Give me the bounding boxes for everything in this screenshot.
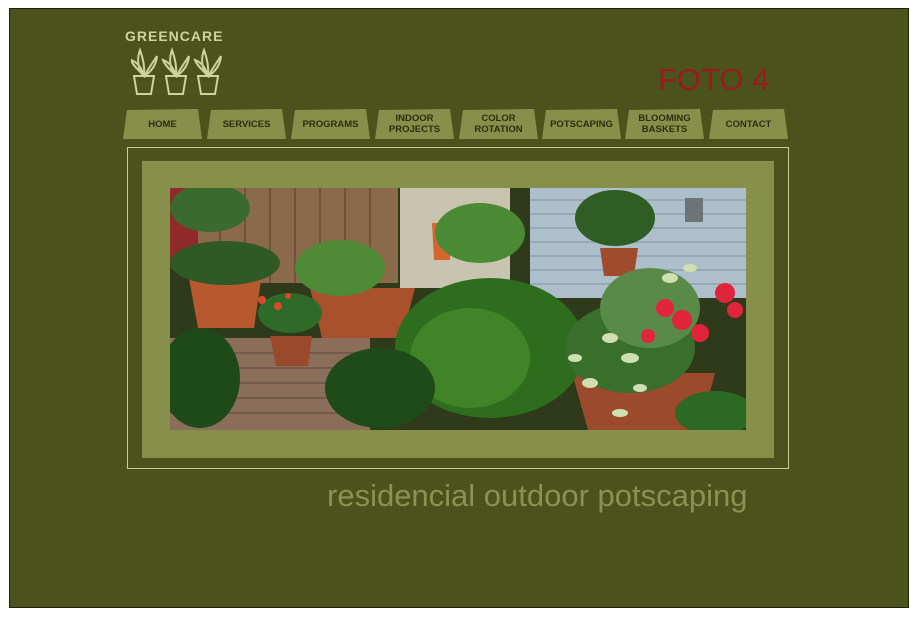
nav-tab-home[interactable]: HOME [123, 109, 202, 139]
nav-tab-indoor-projects[interactable]: INDOOR PROJECTS [375, 109, 454, 139]
garden-photo [170, 188, 746, 430]
nav-tab-label: SERVICES [222, 118, 271, 130]
nav-tab-blooming-baskets[interactable]: BLOOMING BASKETS [625, 109, 704, 139]
nav-tab-label: PROGRAMS [302, 118, 359, 130]
page-title: FOTO 4 [658, 62, 770, 97]
greencare-logo[interactable]: GREENCARE [125, 28, 235, 98]
nav-tab-potscaping[interactable]: POTSCAPING [542, 109, 621, 139]
brand-name: GREENCARE [125, 28, 224, 44]
nav-tab-label: CONTACT [725, 118, 772, 130]
nav-tab-label: POTSCAPING [550, 118, 613, 130]
nav-tab-label: COLOR ROTATION [474, 113, 523, 135]
nav-tab-label: BLOOMING BASKETS [638, 113, 691, 135]
page-frame: GREENCARE FOTO 4 HOME SERVICES PROGRAMS … [9, 8, 909, 608]
plant-pots-icon [131, 47, 222, 95]
nav-tab-programs[interactable]: PROGRAMS [291, 109, 370, 139]
nav-tab-color-rotation[interactable]: COLOR ROTATION [459, 109, 538, 139]
nav-tab-services[interactable]: SERVICES [207, 109, 286, 139]
nav-tab-label: INDOOR PROJECTS [388, 113, 441, 135]
nav-tab-label: HOME [148, 118, 177, 130]
photo-caption: residencial outdoor potscaping [327, 478, 748, 513]
nav-tab-contact[interactable]: CONTACT [709, 109, 788, 139]
